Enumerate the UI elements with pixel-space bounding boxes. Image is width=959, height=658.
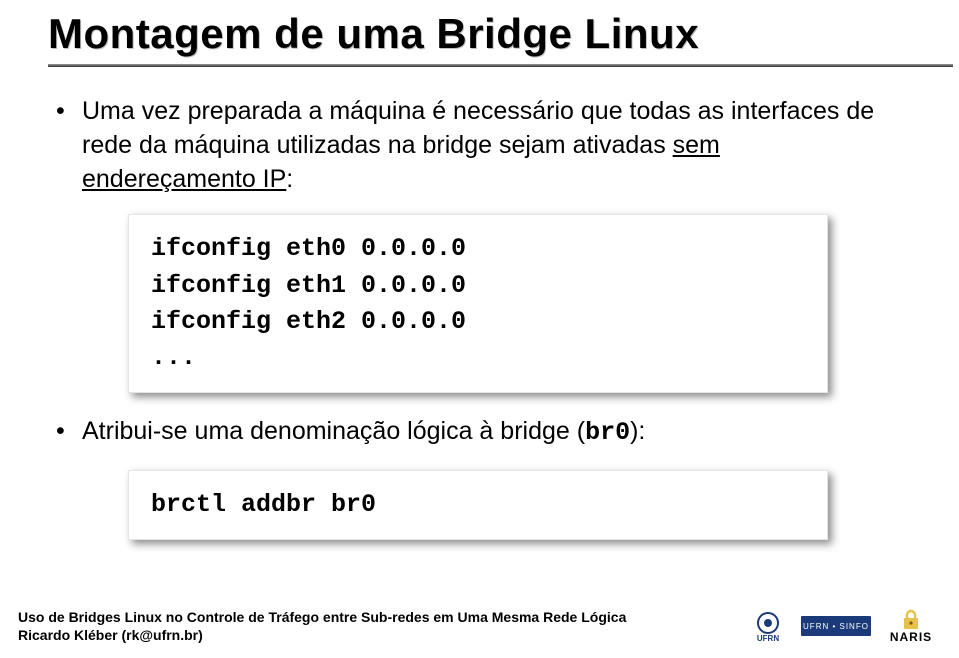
sinfo-logo-icon: UFRN • SINFO [801, 616, 871, 636]
slide-title: Montagem de uma Bridge Linux [48, 10, 919, 58]
bullet-1-post: : [286, 165, 293, 193]
naris-logo-icon: NARIS [881, 608, 941, 644]
code-line: ifconfig eth1 0.0.0.0 [151, 268, 805, 304]
code-line: ifconfig eth2 0.0.0.0 [151, 304, 805, 340]
bullet-2-mono: br0 [585, 418, 630, 447]
code-block-2: brctl addbr br0 [128, 470, 828, 540]
bullet-1-text: Uma vez preparada a máquina é necessário… [82, 95, 899, 196]
slide-body: • Uma vez preparada a máquina é necessár… [0, 67, 959, 540]
bullet-2-pre: Atribui-se uma denominação lógica à brid… [82, 417, 585, 445]
bullet-2: • Atribui-se uma denominação lógica à br… [56, 415, 899, 451]
title-wrap: Montagem de uma Bridge Linux [0, 0, 959, 67]
code-line: ... [151, 340, 805, 376]
footer-line-1: Uso de Bridges Linux no Controle de Tráf… [18, 608, 626, 626]
naris-logo-text: NARIS [890, 630, 932, 644]
footer-logos: UFRN UFRN • SINFO NARIS [745, 608, 941, 644]
ufrn-logo-text: UFRN [757, 634, 779, 643]
bullet-dot: • [56, 95, 74, 196]
bullet-dot: • [56, 415, 74, 451]
bullet-1: • Uma vez preparada a máquina é necessár… [56, 95, 899, 196]
code-line: ifconfig eth0 0.0.0.0 [151, 231, 805, 267]
footer: Uso de Bridges Linux no Controle de Tráf… [18, 608, 941, 644]
footer-line-2: Ricardo Kléber (rk@ufrn.br) [18, 626, 626, 644]
sinfo-logo-text: UFRN • SINFO [803, 622, 869, 631]
code-line: brctl addbr br0 [151, 487, 805, 523]
bullet-2-text: Atribui-se uma denominação lógica à brid… [82, 415, 899, 451]
code-block-1: ifconfig eth0 0.0.0.0 ifconfig eth1 0.0.… [128, 214, 828, 393]
footer-text: Uso de Bridges Linux no Controle de Tráf… [18, 608, 626, 644]
ufrn-logo-icon: UFRN [745, 609, 791, 643]
bullet-1-pre: Uma vez preparada a máquina é necessário… [82, 97, 874, 159]
bullet-2-post: ): [630, 417, 645, 445]
slide: Montagem de uma Bridge Linux • Uma vez p… [0, 0, 959, 658]
